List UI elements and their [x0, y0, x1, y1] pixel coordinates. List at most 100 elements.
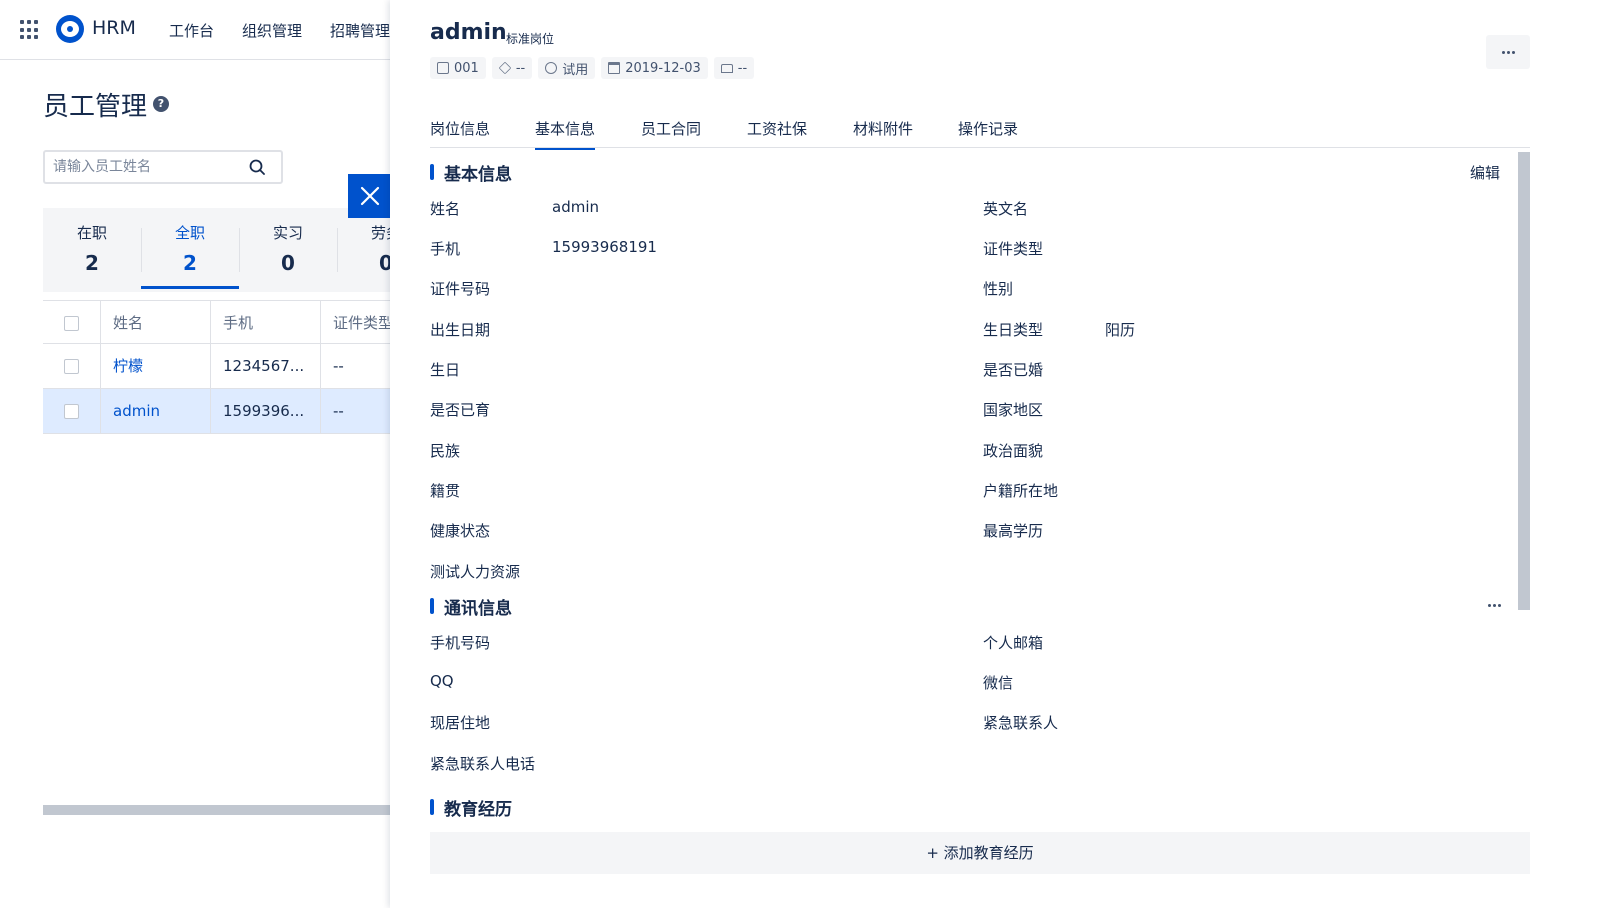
field-label: 紧急联系人 [983, 714, 1059, 732]
stat-tab-active-employees[interactable]: 在职 2 [43, 222, 141, 275]
tab-operation-log[interactable]: 操作记录 [958, 118, 1018, 148]
row-checkbox[interactable] [64, 359, 79, 374]
field-label: 证件类型 [983, 240, 1044, 258]
stat-value: 2 [85, 251, 99, 275]
field-label: QQ [430, 672, 454, 690]
nav-item-workbench[interactable]: 工作台 [169, 20, 214, 41]
tag-lock: -- [713, 57, 755, 79]
stat-label: 在职 [76, 224, 107, 242]
employee-id-type: -- [333, 402, 344, 420]
tab-position-info[interactable]: 岗位信息 [430, 118, 490, 148]
hrm-logo-icon [56, 15, 84, 43]
tag-text: -- [737, 60, 748, 76]
section-title-education: 教育经历 [430, 795, 512, 820]
employee-name-link[interactable]: 柠檬 [101, 344, 211, 388]
more-horizontal-icon[interactable] [1488, 604, 1501, 607]
table-row[interactable]: admin 1599396... -- [43, 389, 400, 434]
field-label: 生日 [430, 361, 461, 379]
employee-status-tabs: 在职 2 全职 2 实习 0 劳务 0 [43, 208, 400, 292]
select-all-checkbox[interactable] [64, 316, 79, 331]
nav-item-recruitment[interactable]: 招聘管理 [330, 20, 390, 41]
field-label: 姓名 [430, 200, 461, 218]
field-label: 籍贯 [430, 482, 461, 500]
brand-name: HRM [92, 17, 136, 39]
employee-name-link[interactable]: admin [101, 389, 211, 433]
column-header-phone[interactable]: 手机 [211, 301, 321, 343]
employee-phone: 1599396... [211, 389, 321, 433]
tab-salary[interactable]: 工资社保 [747, 118, 807, 148]
field-label: 民族 [430, 442, 461, 460]
more-horizontal-icon [1486, 50, 1530, 54]
question-circle-icon[interactable]: ? [153, 96, 169, 112]
stat-tab-intern[interactable]: 实习 0 [239, 222, 337, 275]
tag-hire-date: 2019-12-03 [601, 57, 708, 79]
select-all-cell [43, 301, 101, 343]
employee-table: 姓名 手机 证件类型 柠檬 1234567... -- admin 159939… [43, 300, 400, 434]
close-drawer-button[interactable] [348, 174, 392, 218]
drawer-content: 基本信息 编辑 姓名 admin 手机 15993968191 证件号码 出生日… [430, 152, 1530, 832]
field-label: 手机号码 [430, 634, 491, 652]
stat-value: 0 [281, 251, 295, 275]
stat-value: 2 [183, 251, 197, 275]
employee-search-box [43, 150, 283, 184]
field-label: 生日类型 [983, 321, 1044, 339]
row-select-cell [43, 389, 101, 433]
clock-icon [545, 62, 558, 74]
section-title-contact: 通讯信息 [430, 594, 512, 619]
app-switcher-icon[interactable] [20, 20, 40, 40]
employee-page: HRM 工作台 组织管理 招聘管理 员工管理 ? 在职 2 全职 2 实习 0 … [0, 0, 400, 908]
tag-text: 001 [454, 60, 479, 76]
stat-label: 实习 [272, 224, 303, 242]
search-icon[interactable] [249, 159, 265, 175]
tag-text: 2019-12-03 [625, 60, 701, 76]
calendar-icon [608, 62, 621, 74]
top-navigation: HRM 工作台 组织管理 招聘管理 [0, 0, 400, 60]
lock-icon [720, 63, 733, 73]
field-label: 个人邮箱 [983, 634, 1044, 652]
row-checkbox[interactable] [64, 404, 79, 419]
employee-phone: 1234567... [211, 344, 321, 388]
tab-contract[interactable]: 员工合同 [641, 118, 701, 148]
table-header-row: 姓名 手机 证件类型 [43, 300, 400, 344]
field-label: 是否已育 [430, 401, 491, 419]
tab-attachments[interactable]: 材料附件 [853, 118, 913, 148]
add-education-button[interactable]: + 添加教育经历 [430, 832, 1530, 874]
close-icon [360, 186, 380, 206]
row-select-cell [43, 344, 101, 388]
field-label: 微信 [983, 674, 1014, 692]
employee-position: 标准岗位 [506, 32, 555, 46]
tag-rank: -- [491, 57, 533, 79]
field-label: 最高学历 [983, 522, 1044, 540]
field-label: 性别 [983, 280, 1014, 298]
table-horizontal-scrollbar[interactable] [43, 805, 400, 815]
column-header-name[interactable]: 姓名 [101, 301, 211, 343]
field-label: 是否已婚 [983, 361, 1044, 379]
employee-detail-drawer: admin 标准岗位 001 -- 试用 2019-12-03 -- 岗位信息 … [390, 0, 1600, 908]
column-header-id-type[interactable]: 证件类型 [321, 301, 400, 343]
table-row[interactable]: 柠檬 1234567... -- [43, 344, 400, 389]
field-label: 国家地区 [983, 401, 1044, 419]
field-label: 户籍所在地 [983, 482, 1059, 500]
field-label: 政治面貌 [983, 442, 1044, 460]
drawer-more-button[interactable] [1486, 35, 1530, 69]
drawer-vertical-scrollbar[interactable] [1518, 152, 1530, 610]
layers-icon [498, 61, 512, 75]
employee-search-input[interactable] [53, 152, 243, 182]
edit-basic-info-button[interactable]: 编辑 [1470, 162, 1500, 183]
employee-id-type: -- [333, 357, 344, 375]
stat-label: 全职 [174, 224, 205, 242]
tag-status: 试用 [538, 57, 596, 79]
active-tab-indicator [141, 286, 239, 289]
field-label: 出生日期 [430, 321, 491, 339]
field-value: 15993968191 [552, 238, 657, 256]
drawer-tabs: 岗位信息 基本信息 员工合同 工资社保 材料附件 操作记录 [430, 112, 1530, 150]
field-value: admin [552, 198, 599, 216]
page-title: 员工管理 [43, 92, 148, 122]
badge-icon [437, 62, 449, 74]
field-label: 测试人力资源 [430, 563, 521, 581]
tab-basic-info[interactable]: 基本信息 [535, 118, 596, 150]
employee-tags: 001 -- 试用 2019-12-03 -- [430, 57, 755, 79]
nav-item-organization[interactable]: 组织管理 [242, 20, 302, 41]
stat-tab-full-time[interactable]: 全职 2 [141, 222, 239, 275]
employee-title: admin [430, 20, 507, 45]
